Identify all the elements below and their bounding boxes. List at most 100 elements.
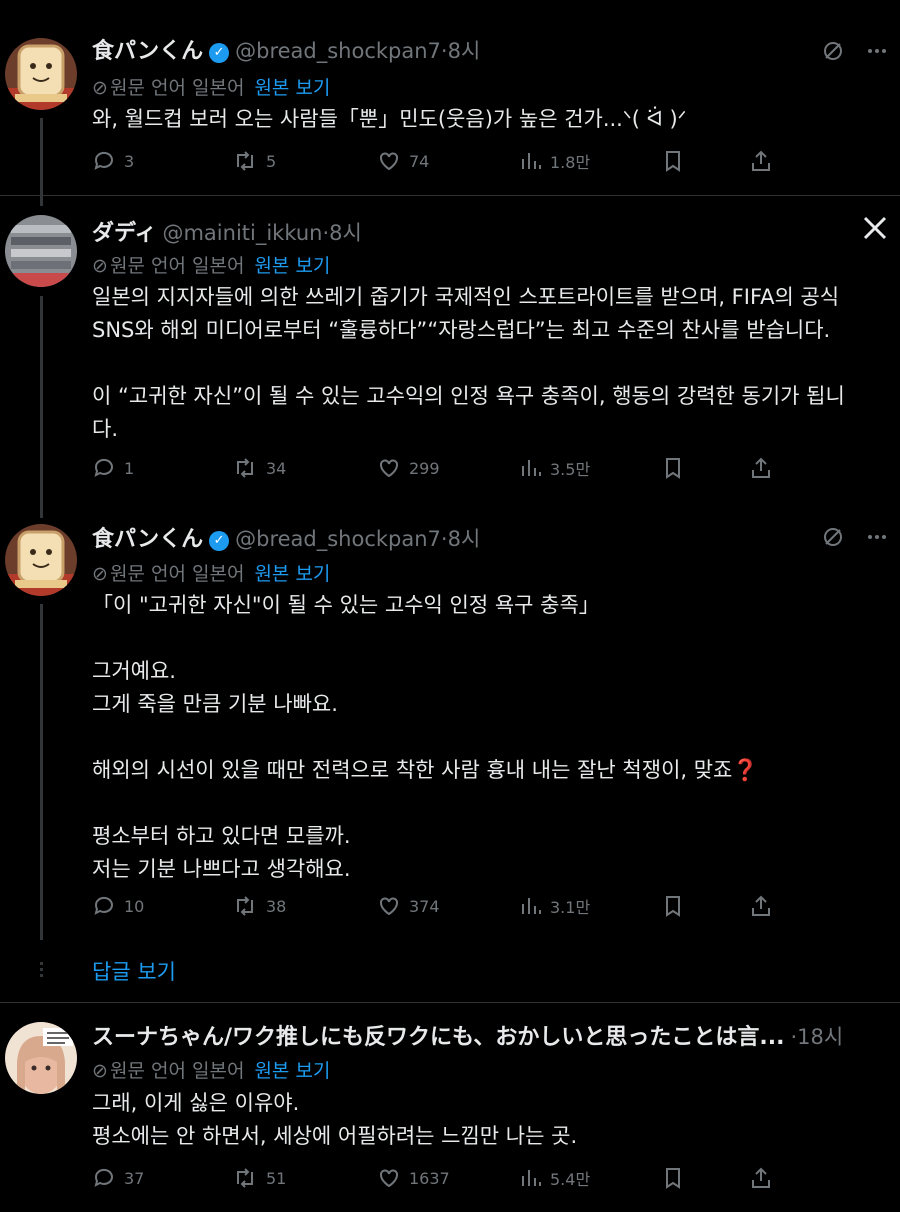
view-original-link[interactable]: 원본 보기 <box>254 563 330 585</box>
translation-label: 원문 언어 일본어 <box>110 77 245 99</box>
retweet-button[interactable]: 34 <box>232 453 286 483</box>
display-name[interactable]: スーナちゃん/ワク推しにも反ワクにも、おかしいと思ったことは言... <box>92 1025 784 1050</box>
share-icon <box>752 895 770 916</box>
reply-button[interactable]: 10 <box>92 891 144 921</box>
retweet-icon <box>237 1168 253 1188</box>
author-name[interactable]: 食パンくん ✓ @bread_shockpan7·8시 <box>92 33 480 65</box>
retweet-count: 5 <box>266 151 277 171</box>
author-name[interactable]: ダディ @mainiti_ikkun·8시 <box>92 215 362 247</box>
tweet-text-line: 이 “고귀한 자신”이 될 수 있는 고수익의 인정 욕구 충족이, 행동의 강… <box>92 384 845 408</box>
retweet-button[interactable]: 51 <box>232 1163 286 1193</box>
retweet-button[interactable]: 5 <box>232 146 276 176</box>
separator-dot: · <box>440 527 448 551</box>
view-original-link[interactable]: 원본 보기 <box>254 1060 330 1082</box>
timestamp[interactable]: 18시 <box>797 1025 843 1049</box>
like-button[interactable]: 74 <box>377 146 429 176</box>
like-button[interactable]: 299 <box>377 453 440 483</box>
display-name[interactable]: ダディ <box>92 221 156 246</box>
more-options-icon[interactable] <box>866 526 888 548</box>
avatar[interactable] <box>5 1022 77 1094</box>
bookmark-icon <box>666 458 680 479</box>
reply-icon <box>94 1168 113 1187</box>
tweet-actions: 1 34 299 3.5만 <box>92 453 792 483</box>
reply-icon <box>94 458 113 477</box>
tweet-text-line <box>92 721 882 754</box>
grok-icon[interactable] <box>822 526 844 548</box>
like-count: 299 <box>409 458 440 478</box>
more-options-icon[interactable] <box>866 40 888 62</box>
views-button[interactable]: 3.5만 <box>520 453 590 483</box>
grok-icon[interactable] <box>822 40 844 62</box>
thread-dots <box>40 962 43 977</box>
view-original-link[interactable]: 원본 보기 <box>254 77 330 99</box>
view-original-link[interactable]: 원본 보기 <box>254 255 330 277</box>
author-name[interactable]: スーナちゃん/ワク推しにも反ワクにも、おかしいと思ったことは言... ·18시 <box>92 1019 882 1051</box>
view-count: 3.5만 <box>550 460 591 479</box>
tweet-text-line <box>92 347 882 380</box>
bookmark-button[interactable] <box>662 1163 692 1193</box>
translate-icon: ⊘ <box>92 255 108 277</box>
avatar[interactable] <box>5 215 77 287</box>
heart-icon <box>380 459 398 478</box>
views-button[interactable]: 1.8만 <box>520 146 590 176</box>
share-button[interactable] <box>750 891 780 921</box>
tweet-text-line: 와, 월드컵 보러 오는 사람들「뿐」민도(웃음)가 높은 건가...ᐠ( ᐛ … <box>92 107 687 131</box>
tweet-text-line: SNS와 해외 미디어로부터 “훌륭하다”“자랑스럽다”는 최고 수준의 찬사를… <box>92 318 831 342</box>
tweet-text-line <box>92 622 882 655</box>
retweet-icon <box>237 151 253 171</box>
share-button[interactable] <box>750 453 780 483</box>
bookmark-icon <box>666 1168 680 1189</box>
translation-label: 원문 언어 일본어 <box>110 255 245 277</box>
views-button[interactable]: 3.1만 <box>520 891 590 921</box>
tweet-actions: 10 38 374 3.1만 <box>92 891 792 921</box>
user-handle[interactable]: @bread_shockpan7 <box>235 527 441 551</box>
bookmark-button[interactable] <box>662 453 692 483</box>
bookmark-button[interactable] <box>662 146 692 176</box>
tweet-text-line: 그게 죽을 만큼 기분 나빠요. <box>92 692 338 716</box>
translation-label: 원문 언어 일본어 <box>110 1060 245 1082</box>
retweet-button[interactable]: 38 <box>232 891 286 921</box>
translation-note: ⊘ 원문 언어 일본어 원본 보기 <box>92 73 330 100</box>
bookmark-button[interactable] <box>662 891 692 921</box>
share-button[interactable] <box>750 146 780 176</box>
timestamp[interactable]: 8시 <box>448 39 481 63</box>
author-name[interactable]: 食パンくん ✓ @bread_shockpan7·8시 <box>92 521 480 553</box>
share-icon <box>752 457 770 478</box>
timestamp[interactable]: 8시 <box>329 221 362 245</box>
heart-icon <box>380 897 398 916</box>
verified-badge-icon: ✓ <box>209 531 230 551</box>
like-button[interactable]: 374 <box>377 891 440 921</box>
reply-button[interactable]: 1 <box>92 453 134 483</box>
views-icon <box>522 898 541 914</box>
like-count: 74 <box>409 151 430 171</box>
display-name[interactable]: 食パンくん <box>92 39 203 64</box>
views-button[interactable]: 5.4만 <box>520 1163 590 1193</box>
views-icon <box>522 153 541 169</box>
timestamp[interactable]: 8시 <box>448 527 481 551</box>
display-name[interactable]: 食パンくん <box>92 527 203 552</box>
reply-count: 3 <box>124 151 135 171</box>
view-count: 1.8만 <box>550 153 591 172</box>
reply-button[interactable]: 37 <box>92 1163 144 1193</box>
show-replies-link[interactable]: 답글 보기 <box>92 956 176 986</box>
like-button[interactable]: 1637 <box>377 1163 450 1193</box>
tweet-body: 일본의 지지자들에 의한 쓰레기 줍기가 국제적인 스포트라이트를 받으며, F… <box>92 281 882 446</box>
translation-label: 원문 언어 일본어 <box>110 563 245 585</box>
reply-button[interactable]: 3 <box>92 146 134 176</box>
tweet-text-line: 저는 기분 나쁘다고 생각해요. <box>92 857 351 881</box>
user-handle[interactable]: @bread_shockpan7 <box>235 39 441 63</box>
user-handle[interactable]: @mainiti_ikkun <box>162 221 322 245</box>
translate-icon: ⊘ <box>92 1060 108 1082</box>
share-button[interactable] <box>750 1163 780 1193</box>
x-logo-icon[interactable] <box>862 215 890 243</box>
separator-dot: · <box>440 39 448 63</box>
tweet-text-line: 평소부터 하고 있다면 모를까. <box>92 824 351 848</box>
like-count: 1637 <box>409 1168 450 1188</box>
bookmark-icon <box>666 151 680 172</box>
avatar[interactable] <box>5 38 77 110</box>
avatar[interactable] <box>5 524 77 596</box>
retweet-icon <box>237 458 253 478</box>
views-icon <box>522 460 541 476</box>
tweet-body: 「이 "고귀한 자신"이 될 수 있는 고수익 인정 욕구 충족」 그거예요. … <box>92 589 882 886</box>
like-count: 374 <box>409 896 440 916</box>
